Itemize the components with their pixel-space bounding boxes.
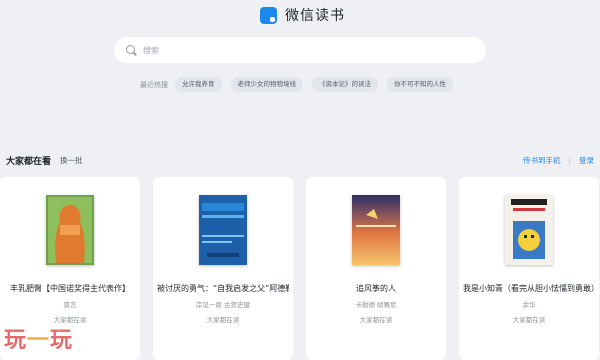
- section-header: 大家都在看 换一批 传书到手机 | 登录: [0, 150, 600, 168]
- watermark-char: 一: [27, 328, 51, 353]
- refresh-button[interactable]: 换一批: [60, 155, 83, 166]
- book-meta: 大家都在读: [206, 316, 240, 324]
- book-cover: [505, 195, 553, 265]
- app-logo[interactable]: 微信读书: [260, 5, 345, 25]
- book-meta: 大家都在读: [512, 316, 546, 324]
- book-cover: [352, 195, 400, 265]
- book-list: 丰乳肥臀【中国诺奖得主代表作】 莫言 大家都在读 被讨厌的勇气：“自我启发之父”…: [0, 177, 600, 360]
- book-card[interactable]: 追风筝的人 卡勒德·胡赛尼 大家都在读: [306, 177, 446, 360]
- hot-searches: 最近热搜 允许我养育 老师少女的物物境线 《资本论》的读法 你不可不知的人性: [140, 77, 462, 92]
- book-author: 岸见一郎 古贺史健: [195, 301, 251, 309]
- book-cover: [199, 195, 247, 265]
- book-title[interactable]: 被讨厌的勇气：“自我启发之父”阿德勒的哲学课: [157, 283, 289, 294]
- book-author: 卡勒德·胡赛尼: [355, 301, 397, 309]
- book-card[interactable]: 被讨厌的勇气：“自我启发之父”阿德勒的哲学课 岸见一郎 古贺史健 大家都在读: [153, 177, 293, 360]
- hot-search-chip[interactable]: 《资本论》的读法: [312, 77, 378, 92]
- book-title[interactable]: 丰乳肥臀【中国诺奖得主代表作】: [4, 283, 136, 294]
- divider: |: [568, 156, 571, 165]
- hot-search-chip[interactable]: 你不可不知的人性: [387, 77, 453, 92]
- search-icon: [126, 44, 137, 56]
- book-cover: [46, 195, 94, 265]
- search-bar[interactable]: [114, 37, 486, 63]
- book-title[interactable]: 追风筝的人: [310, 283, 442, 294]
- book-card[interactable]: 我是小知青（看完从胆小怯懦到勇敢） 余华 大家都在读: [459, 177, 599, 360]
- book-author: 余华: [522, 301, 536, 309]
- hot-search-chip[interactable]: 允许我养育: [175, 77, 222, 92]
- send-to-phone-link[interactable]: 传书到手机: [523, 155, 561, 166]
- section-title: 大家都在看: [6, 157, 52, 167]
- section-actions: 传书到手机 | 登录: [523, 155, 594, 166]
- book-meta: 大家都在读: [359, 316, 393, 324]
- book-cover-art-4: [505, 195, 553, 265]
- watermark-char: 玩: [50, 328, 74, 353]
- weread-logo-icon: [260, 6, 277, 24]
- watermark-char: 玩: [4, 328, 28, 353]
- login-link[interactable]: 登录: [579, 155, 594, 166]
- book-cover-art-1: [46, 195, 94, 265]
- book-cover-art-3: [352, 195, 400, 265]
- header-area: 微信读书 最近热搜 允许我养育 老师少女的物物境线 《资本论》的读法 你不可不知…: [0, 0, 600, 120]
- hot-search-label: 最近热搜: [140, 80, 168, 89]
- watermark-logo: 玩一玩: [4, 322, 73, 354]
- book-author: 莫言: [63, 301, 77, 309]
- search-input[interactable]: [143, 45, 463, 55]
- hot-search-chip[interactable]: 老师少女的物物境线: [230, 77, 303, 92]
- app-title: 微信读书: [285, 8, 345, 24]
- book-title[interactable]: 我是小知青（看完从胆小怯懦到勇敢）: [463, 283, 595, 294]
- book-cover-art-2: [199, 195, 247, 265]
